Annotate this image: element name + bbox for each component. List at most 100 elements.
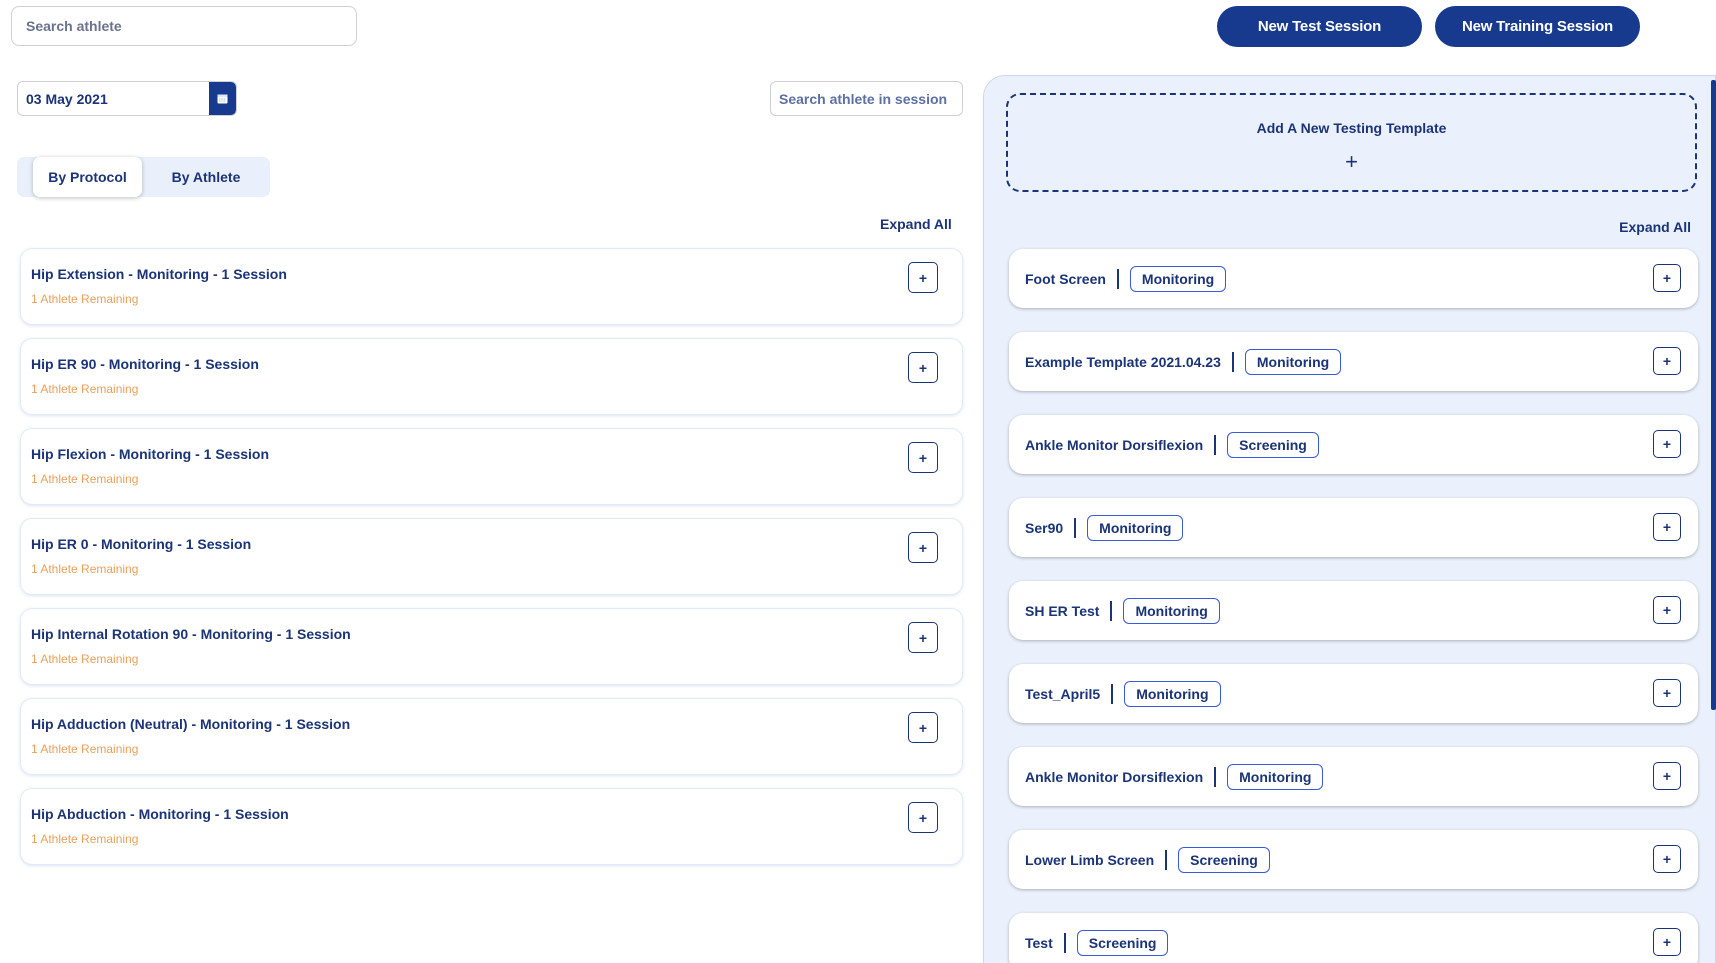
divider [1214,435,1216,455]
template-name: Lower Limb Screen [1025,852,1154,868]
add-testing-template-button[interactable]: Add A New Testing Template + [1006,93,1697,192]
expand-template-button[interactable]: + [1653,430,1681,458]
template-list: Foot Screen Monitoring + Example Templat… [1009,249,1698,963]
expand-template-button[interactable]: + [1653,513,1681,541]
plus-icon: + [1663,685,1671,701]
session-date-value[interactable]: 03 May 2021 [18,91,209,107]
expand-all-templates-link[interactable]: Expand All [1619,219,1691,235]
divider [1117,269,1119,289]
expand-template-button[interactable]: + [1653,928,1681,956]
template-card[interactable]: Example Template 2021.04.23 Monitoring + [1009,332,1698,391]
athletes-remaining: 1 Athlete Remaining [31,472,138,486]
plus-icon: + [1008,149,1695,175]
template-card[interactable]: Test_April5 Monitoring + [1009,664,1698,723]
protocol-title: Hip ER 90 - Monitoring - 1 Session [31,356,259,372]
view-toggle: By Protocol By Athlete [17,157,270,197]
plus-icon: + [1663,436,1671,452]
template-type-badge: Monitoring [1123,598,1219,624]
protocol-title: Hip Extension - Monitoring - 1 Session [31,266,287,282]
template-card[interactable]: Test Screening + [1009,913,1698,963]
template-name: Test [1025,935,1053,951]
calendar-button[interactable] [209,81,236,116]
template-type-badge: Monitoring [1130,266,1226,292]
expand-template-button[interactable]: + [1653,679,1681,707]
templates-scrollbar[interactable] [1711,80,1716,710]
divider [1214,767,1216,787]
divider [1232,352,1234,372]
expand-protocol-button[interactable]: + [908,352,938,383]
divider [1074,518,1076,538]
protocol-title: Hip Abduction - Monitoring - 1 Session [31,806,289,822]
expand-protocol-button[interactable]: + [908,802,938,833]
protocol-card[interactable]: Hip ER 90 - Monitoring - 1 Session 1 Ath… [20,338,963,415]
expand-template-button[interactable]: + [1653,347,1681,375]
plus-icon: + [1663,934,1671,950]
plus-icon: + [919,360,927,376]
template-name: Foot Screen [1025,271,1106,287]
athletes-remaining: 1 Athlete Remaining [31,382,138,396]
plus-icon: + [919,540,927,556]
template-card[interactable]: Foot Screen Monitoring + [1009,249,1698,308]
athletes-remaining: 1 Athlete Remaining [31,832,138,846]
template-name: Ankle Monitor Dorsiflexion [1025,769,1203,785]
template-type-badge: Monitoring [1227,764,1323,790]
expand-template-button[interactable]: + [1653,845,1681,873]
template-type-badge: Screening [1227,432,1319,458]
template-card[interactable]: Ankle Monitor Dorsiflexion Screening + [1009,415,1698,474]
protocol-list: Hip Extension - Monitoring - 1 Session 1… [20,248,963,878]
protocol-card[interactable]: Hip Abduction - Monitoring - 1 Session 1… [20,788,963,865]
expand-protocol-button[interactable]: + [908,442,938,473]
plus-icon: + [919,630,927,646]
plus-icon: + [1663,602,1671,618]
template-name: Ser90 [1025,520,1063,536]
protocol-title: Hip ER 0 - Monitoring - 1 Session [31,536,251,552]
template-name: Test_April5 [1025,686,1100,702]
template-card[interactable]: SH ER Test Monitoring + [1009,581,1698,640]
tab-by-protocol[interactable]: By Protocol [33,157,142,197]
template-name: SH ER Test [1025,603,1099,619]
athletes-remaining: 1 Athlete Remaining [31,742,138,756]
search-athlete-in-session-input[interactable]: Search athlete in session [770,81,963,116]
template-name: Ankle Monitor Dorsiflexion [1025,437,1203,453]
expand-protocol-button[interactable]: + [908,532,938,563]
protocol-card[interactable]: Hip Extension - Monitoring - 1 Session 1… [20,248,963,325]
new-test-session-button[interactable]: New Test Session [1217,6,1422,47]
plus-icon: + [1663,768,1671,784]
protocol-card[interactable]: Hip ER 0 - Monitoring - 1 Session 1 Athl… [20,518,963,595]
athletes-remaining: 1 Athlete Remaining [31,292,138,306]
new-training-session-button[interactable]: New Training Session [1435,6,1640,47]
expand-template-button[interactable]: + [1653,264,1681,292]
protocol-card[interactable]: Hip Internal Rotation 90 - Monitoring - … [20,608,963,685]
divider [1064,933,1066,953]
search-athlete-input[interactable]: Search athlete [11,6,357,46]
expand-protocol-button[interactable]: + [908,262,938,293]
template-type-badge: Screening [1178,847,1270,873]
template-type-badge: Screening [1077,930,1169,956]
templates-panel: Add A New Testing Template + Expand All … [983,75,1716,963]
template-type-badge: Monitoring [1087,515,1183,541]
plus-icon: + [1663,353,1671,369]
athletes-remaining: 1 Athlete Remaining [31,652,138,666]
tab-by-athlete[interactable]: By Athlete [142,157,270,197]
protocol-title: Hip Adduction (Neutral) - Monitoring - 1… [31,716,350,732]
expand-all-protocols-link[interactable]: Expand All [880,216,952,232]
plus-icon: + [1663,270,1671,286]
expand-protocol-button[interactable]: + [908,622,938,653]
divider [1165,850,1167,870]
template-card[interactable]: Ankle Monitor Dorsiflexion Monitoring + [1009,747,1698,806]
expand-template-button[interactable]: + [1653,762,1681,790]
plus-icon: + [1663,519,1671,535]
protocol-card[interactable]: Hip Flexion - Monitoring - 1 Session 1 A… [20,428,963,505]
expand-protocol-button[interactable]: + [908,712,938,743]
plus-icon: + [919,720,927,736]
template-name: Example Template 2021.04.23 [1025,354,1221,370]
template-card[interactable]: Ser90 Monitoring + [1009,498,1698,557]
plus-icon: + [919,810,927,826]
plus-icon: + [919,270,927,286]
template-type-badge: Monitoring [1245,349,1341,375]
protocol-card[interactable]: Hip Adduction (Neutral) - Monitoring - 1… [20,698,963,775]
template-type-badge: Monitoring [1124,681,1220,707]
session-date-picker[interactable]: 03 May 2021 [17,81,237,116]
template-card[interactable]: Lower Limb Screen Screening + [1009,830,1698,889]
expand-template-button[interactable]: + [1653,596,1681,624]
